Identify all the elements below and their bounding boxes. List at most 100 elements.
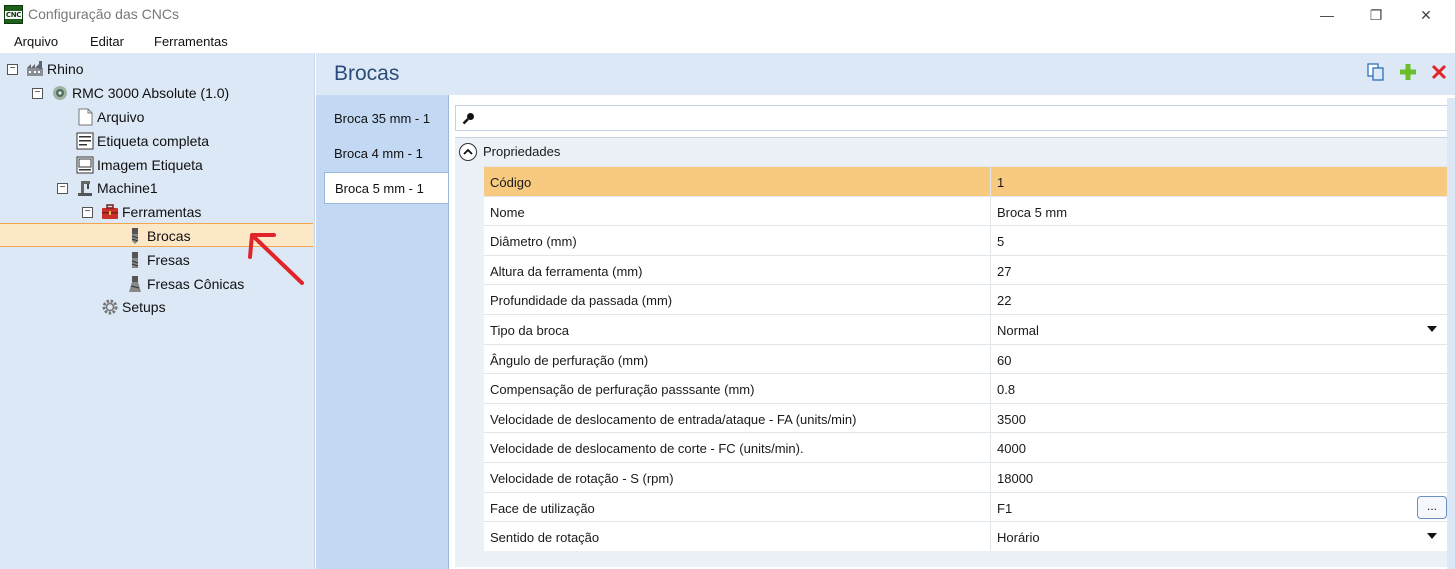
property-panel: Propriedades Código 1 Nome Broca 5 mm Di… <box>448 95 1455 569</box>
chevron-up-icon[interactable] <box>459 143 477 161</box>
property-row[interactable]: Diâmetro (mm) 5 <box>484 225 1447 255</box>
mill-icon <box>126 251 144 269</box>
column-divider <box>990 167 991 196</box>
property-row[interactable]: Velocidade de deslocamento de corte - FC… <box>484 432 1447 462</box>
property-name: Sentido de rotação <box>490 530 600 546</box>
menu-editar[interactable]: Editar <box>90 34 124 49</box>
tree-item-label: Rhino <box>47 61 84 77</box>
property-row[interactable]: Código 1 <box>484 166 1447 196</box>
tree-item-fresas-conicas[interactable]: Fresas Cônicas <box>126 273 244 295</box>
property-value[interactable]: 1 <box>997 175 1004 190</box>
app-cnc-icon: CNC <box>4 5 23 24</box>
menu-bar: Arquivo Editar Ferramentas <box>0 30 1455 53</box>
tree-item-machine1[interactable]: Machine1 <box>76 177 158 199</box>
collapse-rhino-toggle[interactable]: − <box>7 64 18 75</box>
property-search-input[interactable] <box>455 105 1449 131</box>
delete-icon[interactable] <box>1429 62 1449 82</box>
property-value[interactable]: 60 <box>997 353 1011 368</box>
property-row[interactable]: Tipo da broca Normal <box>484 314 1447 344</box>
property-value[interactable]: 5 <box>997 234 1004 249</box>
column-divider <box>990 463 991 492</box>
property-row[interactable]: Ângulo de perfuração (mm) 60 <box>484 343 1447 374</box>
property-name: Velocidade de deslocamento de entrada/at… <box>490 411 857 427</box>
tool-editor: Brocas Broca 35 mm - 1 Broca 4 mm - 1 Br… <box>316 53 1455 569</box>
property-value[interactable]: 4000 <box>997 441 1026 456</box>
gear-icon <box>101 298 119 316</box>
tab-broca-4mm[interactable]: Broca 4 mm - 1 <box>324 137 447 169</box>
column-divider <box>990 255 991 285</box>
tree-item-etiqueta-completa[interactable]: Etiqueta completa <box>76 130 209 152</box>
window-edge <box>1447 98 1455 569</box>
property-name: Ângulo de perfuração (mm) <box>490 352 649 368</box>
copy-icon[interactable] <box>1366 62 1386 82</box>
property-value[interactable]: Horário <box>997 530 1040 545</box>
image-label-icon <box>76 156 94 174</box>
property-grid: Propriedades Código 1 Nome Broca 5 mm Di… <box>455 137 1453 567</box>
property-name: Face de utilização <box>490 500 595 516</box>
property-name: Altura da ferramenta (mm) <box>490 263 643 279</box>
property-name: Diâmetro (mm) <box>490 234 577 250</box>
property-value[interactable]: Broca 5 mm <box>997 205 1067 220</box>
property-name: Nome <box>490 204 525 220</box>
tree-item-setups[interactable]: Setups <box>101 296 166 318</box>
column-divider <box>990 196 991 226</box>
property-value[interactable]: Normal <box>997 323 1039 338</box>
machine-icon <box>76 179 94 197</box>
column-divider <box>990 492 991 522</box>
maximize-button[interactable]: ❐ <box>1353 0 1399 30</box>
property-row[interactable]: Sentido de rotação Horário <box>484 521 1447 551</box>
toolbox-icon <box>101 203 119 221</box>
chevron-down-icon[interactable] <box>1427 533 1437 540</box>
property-name: Tipo da broca <box>490 323 570 338</box>
chevron-down-icon[interactable] <box>1427 326 1437 332</box>
property-row[interactable]: Altura da ferramenta (mm) 27 <box>484 254 1447 285</box>
property-row[interactable]: Profundidade da passada (mm) 22 <box>484 284 1447 314</box>
property-row[interactable]: Velocidade de rotação - S (rpm) 18000 <box>484 462 1447 492</box>
tree-item-label: Setups <box>122 299 166 315</box>
section-title: Brocas <box>334 62 400 85</box>
property-value[interactable]: 18000 <box>997 471 1033 486</box>
menu-ferramentas[interactable]: Ferramentas <box>154 34 228 49</box>
property-row[interactable]: Nome Broca 5 mm <box>484 195 1447 226</box>
menu-arquivo[interactable]: Arquivo <box>14 34 58 49</box>
collapse-ferramentas-toggle[interactable]: − <box>82 207 93 218</box>
tree-item-rhino[interactable]: Rhino <box>26 58 84 80</box>
tree-item-label: Fresas <box>147 252 190 268</box>
category-row[interactable]: Propriedades <box>455 138 1453 166</box>
close-button[interactable]: ✕ <box>1403 0 1449 30</box>
collapse-rmc-toggle[interactable]: − <box>32 88 43 99</box>
ellipsis-button[interactable]: ... <box>1417 495 1447 519</box>
tab-broca-35mm[interactable]: Broca 35 mm - 1 <box>324 102 447 134</box>
tree-item-rmc-3000[interactable]: RMC 3000 Absolute (1.0) <box>51 82 229 104</box>
machine-tree: − Rhino − RMC 3000 Absolute (1.0) Arquiv… <box>0 53 315 569</box>
tree-item-imagem-etiqueta[interactable]: Imagem Etiqueta <box>76 154 203 176</box>
tree-item-label: Etiqueta completa <box>97 133 210 149</box>
property-row[interactable]: Face de utilização F1 ... <box>484 491 1447 522</box>
minimize-button[interactable]: — <box>1304 0 1350 30</box>
column-divider <box>990 374 991 403</box>
tree-item-brocas[interactable]: Brocas <box>126 225 191 247</box>
column-divider <box>990 433 991 462</box>
column-divider <box>990 522 991 551</box>
tab-broca-5mm[interactable]: Broca 5 mm - 1 <box>324 172 449 204</box>
property-value[interactable]: 0.8 <box>997 382 1015 397</box>
property-value[interactable]: 22 <box>997 293 1011 308</box>
property-row[interactable]: Compensação de perfuração passsante (mm)… <box>484 373 1447 403</box>
annotation-arrow <box>248 233 304 285</box>
property-value[interactable]: 27 <box>997 264 1011 279</box>
add-icon[interactable] <box>1398 62 1418 82</box>
tree-item-arquivo[interactable]: Arquivo <box>76 106 144 128</box>
tree-item-label: Fresas Cônicas <box>147 276 245 292</box>
column-divider <box>990 226 991 255</box>
property-row[interactable]: Velocidade de deslocamento de entrada/at… <box>484 402 1447 433</box>
tree-item-label: Brocas <box>147 228 191 244</box>
property-name: Profundidade da passada (mm) <box>490 293 673 309</box>
tree-item-ferramentas[interactable]: Ferramentas <box>101 201 201 223</box>
property-value[interactable]: 3500 <box>997 412 1026 427</box>
tree-item-label: RMC 3000 Absolute (1.0) <box>72 85 230 101</box>
property-value[interactable]: F1 <box>997 501 1012 516</box>
document-icon <box>76 108 94 126</box>
collapse-machine1-toggle[interactable]: − <box>57 183 68 194</box>
factory-icon <box>26 60 44 78</box>
tree-item-fresas[interactable]: Fresas <box>126 249 190 271</box>
